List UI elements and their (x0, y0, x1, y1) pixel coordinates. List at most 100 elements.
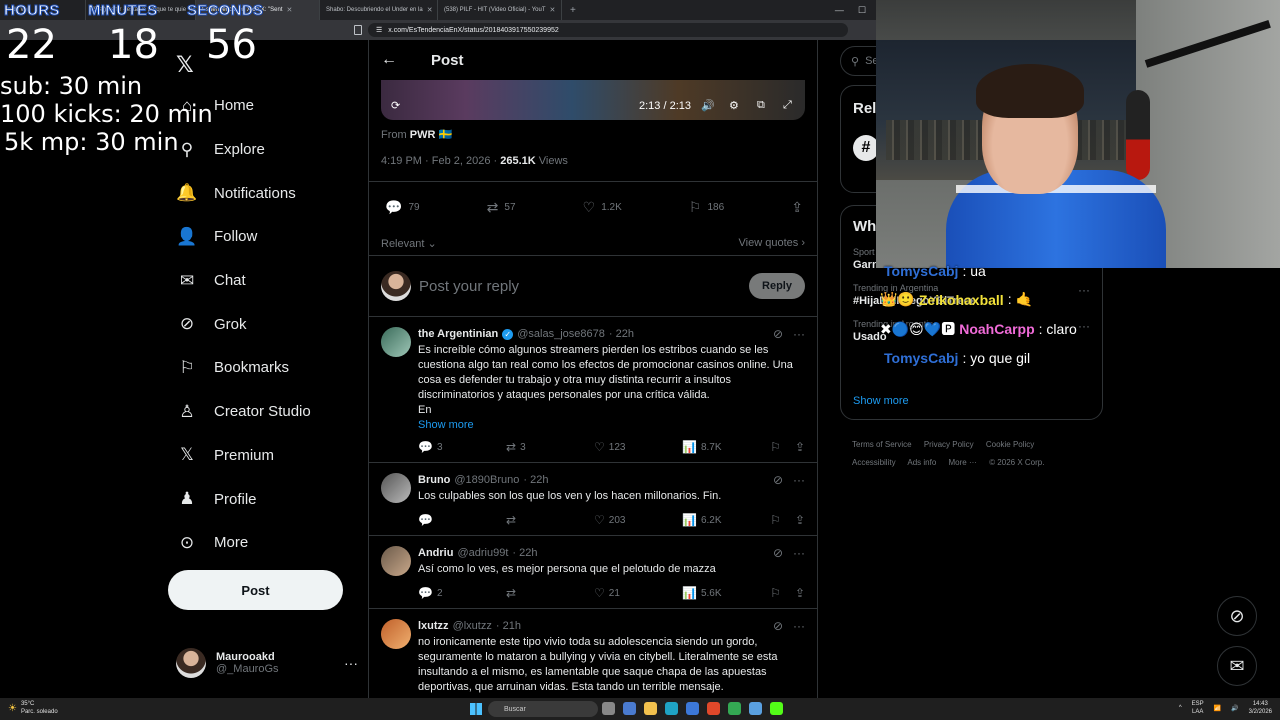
more-icon[interactable]: ··· (793, 619, 805, 633)
reply-action[interactable]: 💬 3 (418, 440, 506, 454)
reply-input[interactable]: Post your reply (419, 278, 741, 295)
reply-button[interactable]: Reply (749, 273, 805, 299)
sidebar-item-profile[interactable]: ♟ Profile (168, 477, 364, 521)
task-view-icon[interactable] (602, 702, 615, 715)
site-info-icon[interactable]: ☰ (376, 26, 382, 34)
browser-tab[interactable]: (538) PILF - HIT (Video Oficial) - YouT ✕ (438, 0, 562, 20)
kick-icon[interactable] (770, 702, 783, 715)
more-icon[interactable]: ··· (793, 473, 805, 487)
account-switcher[interactable]: Maurooakd @_MauroGs ··· (176, 645, 358, 681)
volume-icon[interactable]: 🔊 (701, 99, 715, 112)
reply-action[interactable]: 💬 (418, 513, 506, 527)
like-action[interactable]: ♡ 21 (594, 586, 682, 600)
views-action[interactable]: 📊 5.6K (682, 586, 770, 600)
like-action[interactable]: ♡ 203 (594, 513, 682, 527)
start-button-icon[interactable] (470, 703, 482, 715)
avatar[interactable] (381, 619, 411, 649)
views-action[interactable]: 📊 6.2K (682, 513, 770, 527)
footer-link[interactable]: Privacy Policy (924, 440, 974, 449)
close-tab-icon[interactable]: ✕ (427, 6, 433, 14)
reply-action[interactable]: 💬 2 (418, 586, 506, 600)
sidebar-item-notifications[interactable]: 🔔 Notifications (168, 171, 364, 215)
view-quotes-link[interactable]: View quotes › (739, 237, 805, 249)
pip-icon[interactable]: ⧉ (757, 99, 765, 112)
grok-icon[interactable]: ⊘ (773, 327, 783, 341)
grok-floating-button[interactable]: ⊘ (1217, 596, 1257, 636)
network-icon[interactable]: 📶 (1214, 705, 1221, 712)
footer-link[interactable]: Cookie Policy (986, 440, 1034, 449)
footer-link[interactable]: Ads info (907, 458, 936, 467)
new-tab-button[interactable]: + (562, 5, 584, 16)
reply-item[interactable]: Bruno @1890Bruno · 22h ⊘ ··· Los culpable… (369, 463, 817, 536)
settings-icon[interactable]: ⚙ (729, 99, 739, 112)
bookmark-icon[interactable]: ⚐ (770, 513, 781, 527)
repost-action[interactable]: ⇄ 3 (506, 440, 594, 454)
repost-action[interactable]: ⇄ (506, 513, 594, 527)
share-icon[interactable]: ⇪ (795, 513, 805, 527)
sidebar-item-creator-studio[interactable]: ♙ Creator Studio (168, 390, 364, 434)
clock[interactable]: 14:43 3/2/2026 (1249, 700, 1272, 716)
chrome-icon[interactable] (728, 702, 741, 715)
sidebar-item-bookmarks[interactable]: ⚐ Bookmarks (168, 346, 364, 390)
grok-icon[interactable]: ⊘ (773, 546, 783, 560)
author-handle[interactable]: @1890Bruno (454, 474, 519, 486)
avatar[interactable] (381, 473, 411, 503)
repost-action[interactable]: ⇄ 57 (487, 199, 516, 216)
share-icon[interactable]: ⇪ (795, 586, 805, 600)
more-icon[interactable]: ··· (344, 655, 358, 671)
author-name[interactable]: the Argentinian (418, 328, 498, 340)
messages-floating-button[interactable]: ✉ (1217, 646, 1257, 686)
edge-icon[interactable] (665, 702, 678, 715)
grok-icon[interactable]: ⊘ (773, 619, 783, 633)
show-more-link[interactable]: Show more (418, 419, 805, 431)
widgets-icon[interactable] (623, 702, 636, 715)
post-button[interactable]: Post (168, 570, 343, 610)
footer-link[interactable]: Accessibility (852, 458, 896, 467)
more-icon[interactable]: ··· (793, 546, 805, 560)
bookmark-action[interactable]: ⚐ 186 (689, 199, 724, 216)
reply-action[interactable]: 💬 79 (385, 199, 420, 216)
calculator-icon[interactable] (749, 702, 762, 715)
reply-item[interactable]: the Argentinian ✓ @salas_jose8678 · 22h … (369, 317, 817, 463)
volume-icon[interactable]: 🔊 (1231, 705, 1238, 712)
author-handle[interactable]: @salas_jose8678 (517, 328, 605, 340)
replay-icon[interactable]: ⟳ (391, 99, 400, 112)
share-icon[interactable]: ⇪ (795, 440, 805, 454)
sidebar-item-more[interactable]: ⊙ More (168, 521, 364, 565)
avatar[interactable] (381, 327, 411, 357)
author-name[interactable]: Bruno (418, 474, 450, 486)
grok-icon[interactable]: ⊘ (773, 473, 783, 487)
bookmark-icon[interactable]: ⚐ (770, 440, 781, 454)
author-handle[interactable]: @adriu99t (457, 547, 508, 559)
sidebar-item-premium[interactable]: 𝕏 Premium (168, 434, 364, 478)
bookmark-icon[interactable]: ⚐ (770, 586, 781, 600)
taskbar-search[interactable]: Buscar (488, 701, 598, 717)
minimize-icon[interactable]: — (835, 5, 844, 16)
language-indicator[interactable]: ESP LAA (1192, 700, 1204, 716)
address-bar[interactable]: ☰ x.com/EsTendenciaEnX/status/2018403917… (368, 23, 848, 37)
sidebar-item-grok[interactable]: ⊘ Grok (168, 302, 364, 346)
reply-item[interactable]: lxutzz @lxutzz · 21h ⊘ ··· no ironicament… (369, 609, 817, 698)
avatar[interactable] (381, 546, 411, 576)
fullscreen-icon[interactable]: ⤢ (783, 99, 792, 112)
chevron-up-icon[interactable]: ^ (1179, 705, 1182, 711)
close-tab-icon[interactable]: ✕ (287, 6, 293, 14)
weather-widget[interactable]: ☀ 35°C Parc. soleado (8, 700, 58, 716)
like-action[interactable]: ♡ 1.2K (583, 199, 622, 216)
file-explorer-icon[interactable] (644, 702, 657, 715)
footer-link[interactable]: More ··· (949, 458, 977, 467)
sidebar-item-follow[interactable]: 👤 Follow (168, 215, 364, 259)
video-player[interactable]: ⟳ 2:13 / 2:13 🔊 ⚙ ⧉ ⤢ (381, 80, 805, 120)
maximize-icon[interactable]: ☐ (858, 5, 866, 16)
footer-link[interactable]: Terms of Service (852, 440, 912, 449)
author-name[interactable]: Andriu (418, 547, 453, 559)
repost-action[interactable]: ⇄ (506, 586, 594, 600)
back-arrow-icon[interactable]: ← (381, 51, 397, 69)
share-action[interactable]: ⇪ (791, 199, 803, 216)
author-handle[interactable]: @lxutzz (453, 620, 492, 632)
more-icon[interactable]: ··· (793, 327, 805, 341)
sort-dropdown[interactable]: Relevant ⌄ (381, 237, 437, 250)
bookmark-page-icon[interactable] (354, 25, 362, 35)
brave-icon[interactable] (707, 702, 720, 715)
reply-item[interactable]: Andriu @adriu99t · 22h ⊘ ··· Así como lo … (369, 536, 817, 609)
